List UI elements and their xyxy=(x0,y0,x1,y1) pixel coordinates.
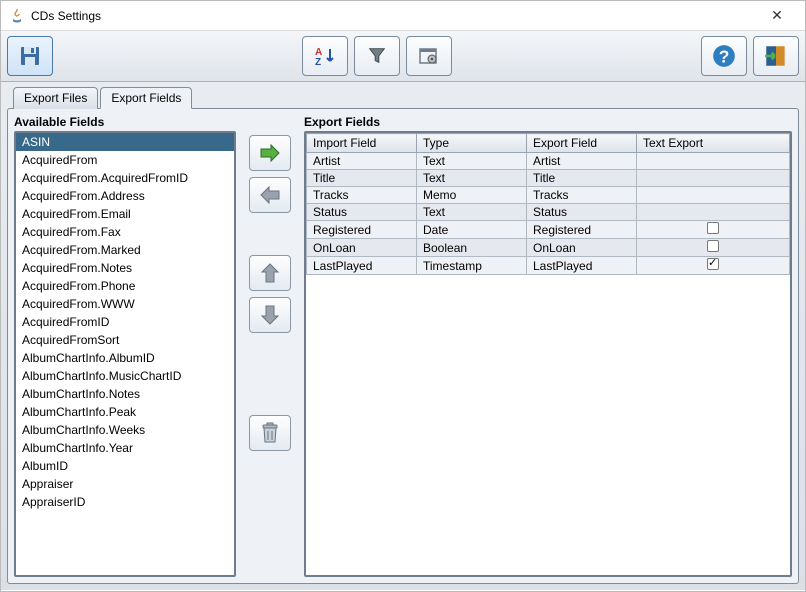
cell[interactable]: Text xyxy=(417,170,527,187)
text-export-cell[interactable] xyxy=(637,187,790,204)
cell[interactable]: Title xyxy=(527,170,637,187)
cell[interactable]: Status xyxy=(527,204,637,221)
tab-export-fields[interactable]: Export Fields xyxy=(100,87,192,109)
cell[interactable]: Boolean xyxy=(417,239,527,257)
list-item[interactable]: AcquiredFrom.WWW xyxy=(16,295,234,313)
checkbox[interactable] xyxy=(707,222,719,234)
java-app-icon xyxy=(9,8,25,24)
remove-field-button[interactable] xyxy=(249,177,291,213)
list-item[interactable]: ASIN xyxy=(16,133,234,151)
text-export-cell[interactable] xyxy=(637,257,790,275)
tab-export-files[interactable]: Export Files xyxy=(13,87,98,109)
cell[interactable]: Timestamp xyxy=(417,257,527,275)
sort-az-button[interactable]: AZ xyxy=(302,36,348,76)
settings-button[interactable] xyxy=(406,36,452,76)
column-header[interactable]: Type xyxy=(417,134,527,153)
list-item[interactable]: AlbumID xyxy=(16,457,234,475)
column-header[interactable]: Text Export xyxy=(637,134,790,153)
text-export-cell[interactable] xyxy=(637,204,790,221)
cell[interactable]: Tracks xyxy=(307,187,417,204)
list-item[interactable]: AcquiredFrom.AcquiredFromID xyxy=(16,169,234,187)
column-header[interactable]: Export Field xyxy=(527,134,637,153)
cell[interactable]: OnLoan xyxy=(527,239,637,257)
list-item[interactable]: AcquiredFrom.Fax xyxy=(16,223,234,241)
cell[interactable]: LastPlayed xyxy=(307,257,417,275)
export-fields-panel: Available Fields ASINAcquiredFromAcquire… xyxy=(7,108,799,584)
list-item[interactable]: AcquiredFromID xyxy=(16,313,234,331)
text-export-cell[interactable] xyxy=(637,153,790,170)
text-export-cell[interactable] xyxy=(637,170,790,187)
list-item[interactable]: AlbumChartInfo.MusicChartID xyxy=(16,367,234,385)
delete-button[interactable] xyxy=(249,415,291,451)
list-item[interactable]: AppraiserID xyxy=(16,493,234,511)
cell[interactable]: LastPlayed xyxy=(527,257,637,275)
list-item[interactable]: AcquiredFrom.Address xyxy=(16,187,234,205)
checkbox[interactable] xyxy=(707,258,719,270)
cell[interactable]: Title xyxy=(307,170,417,187)
help-button[interactable]: ? xyxy=(701,36,747,76)
available-fields-section: Available Fields ASINAcquiredFromAcquire… xyxy=(14,115,236,577)
available-fields-title: Available Fields xyxy=(14,115,236,129)
filter-button[interactable] xyxy=(354,36,400,76)
cell[interactable]: Text xyxy=(417,153,527,170)
list-item[interactable]: AlbumChartInfo.AlbumID xyxy=(16,349,234,367)
table-row[interactable]: TitleTextTitle xyxy=(307,170,790,187)
close-button[interactable]: ✕ xyxy=(757,2,797,30)
list-item[interactable]: AcquiredFrom xyxy=(16,151,234,169)
export-fields-section: Export Fields Import FieldTypeExport Fie… xyxy=(304,115,792,577)
window-title: CDs Settings xyxy=(31,9,757,23)
list-item[interactable]: AcquiredFrom.Marked xyxy=(16,241,234,259)
add-field-button[interactable] xyxy=(249,135,291,171)
list-item[interactable]: AcquiredFromSort xyxy=(16,331,234,349)
column-header[interactable]: Import Field xyxy=(307,134,417,153)
list-item[interactable]: AlbumChartInfo.Notes xyxy=(16,385,234,403)
available-fields-listbox[interactable]: ASINAcquiredFromAcquiredFrom.AcquiredFro… xyxy=(14,131,236,577)
list-item[interactable]: AlbumChartInfo.Year xyxy=(16,439,234,457)
cell[interactable]: Text xyxy=(417,204,527,221)
export-fields-table-wrap: Import FieldTypeExport FieldText Export … xyxy=(304,131,792,577)
list-item[interactable]: AlbumChartInfo.Peak xyxy=(16,403,234,421)
cell[interactable]: Registered xyxy=(307,221,417,239)
text-export-cell[interactable] xyxy=(637,221,790,239)
move-up-button[interactable] xyxy=(249,255,291,291)
table-row[interactable]: StatusTextStatus xyxy=(307,204,790,221)
table-row[interactable]: RegisteredDateRegistered xyxy=(307,221,790,239)
content-area: Export FilesExport Fields Available Fiel… xyxy=(1,82,805,590)
cell[interactable]: Status xyxy=(307,204,417,221)
cell[interactable]: Artist xyxy=(527,153,637,170)
exit-button[interactable] xyxy=(753,36,799,76)
cell[interactable]: Registered xyxy=(527,221,637,239)
tab-strip: Export FilesExport Fields xyxy=(13,86,799,108)
cell[interactable]: Date xyxy=(417,221,527,239)
table-row[interactable]: TracksMemoTracks xyxy=(307,187,790,204)
export-fields-table[interactable]: Import FieldTypeExport FieldText Export … xyxy=(306,133,790,275)
titlebar: CDs Settings ✕ xyxy=(1,1,805,31)
list-item[interactable]: Appraiser xyxy=(16,475,234,493)
cell[interactable]: Memo xyxy=(417,187,527,204)
table-row[interactable]: OnLoanBooleanOnLoan xyxy=(307,239,790,257)
svg-text:?: ? xyxy=(719,47,730,67)
move-down-button[interactable] xyxy=(249,297,291,333)
svg-text:Z: Z xyxy=(315,57,321,68)
table-row[interactable]: LastPlayedTimestampLastPlayed xyxy=(307,257,790,275)
toolbar: AZ ? xyxy=(1,31,805,82)
text-export-cell[interactable] xyxy=(637,239,790,257)
list-item[interactable]: AcquiredFrom.Phone xyxy=(16,277,234,295)
checkbox[interactable] xyxy=(707,240,719,252)
cell[interactable]: Tracks xyxy=(527,187,637,204)
cell[interactable]: OnLoan xyxy=(307,239,417,257)
table-row[interactable]: ArtistTextArtist xyxy=(307,153,790,170)
save-button[interactable] xyxy=(7,36,53,76)
list-item[interactable]: AcquiredFrom.Email xyxy=(16,205,234,223)
list-item[interactable]: AlbumChartInfo.Weeks xyxy=(16,421,234,439)
export-fields-title: Export Fields xyxy=(304,115,792,129)
list-item[interactable]: AcquiredFrom.Notes xyxy=(16,259,234,277)
cell[interactable]: Artist xyxy=(307,153,417,170)
move-buttons-column xyxy=(246,115,294,577)
